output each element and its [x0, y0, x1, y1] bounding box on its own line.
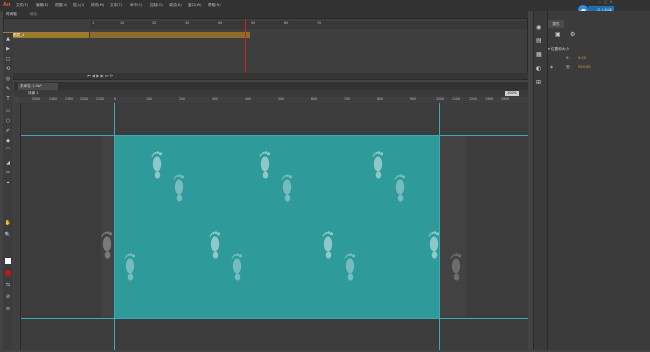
footprint-icon	[450, 253, 462, 281]
footprint-icon	[372, 151, 384, 179]
section-title: 位置和大小	[550, 47, 569, 51]
footprint-icon	[322, 231, 334, 259]
footprint-icon	[124, 253, 136, 281]
eye-icon[interactable]: ◉	[550, 64, 553, 71]
panel-icon-strip: ◉ ▤ ▦ ◐ ⊞	[533, 11, 547, 350]
property-value[interactable]: 550.00	[578, 64, 591, 71]
library-icon[interactable]: ▤	[536, 37, 542, 44]
tab-properties[interactable]: 属性	[548, 20, 564, 28]
footprint-icon	[259, 151, 271, 179]
property-label: 宽:	[566, 65, 571, 69]
align-icon[interactable]: ▦	[536, 51, 542, 58]
footprint-icon	[281, 174, 293, 202]
property-label: X:	[566, 56, 570, 60]
transform-icon[interactable]: ⊞	[536, 79, 541, 86]
footprint-icon	[231, 253, 243, 281]
section-position-size[interactable]: ▾ 位置和大小	[548, 46, 648, 53]
footprint-icon	[101, 231, 113, 259]
footprint-icon	[428, 231, 440, 259]
footprint-icon	[209, 231, 221, 259]
property-row[interactable]: X: 0.00	[548, 55, 648, 62]
properties-icon[interactable]: ◉	[536, 24, 541, 31]
property-row[interactable]: ◉ 宽: 550.00	[548, 64, 648, 71]
footprint-icon	[173, 174, 185, 202]
color-icon[interactable]: ◐	[536, 65, 541, 72]
footprint-icon	[151, 151, 163, 179]
settings-icon[interactable]: ⚙	[570, 31, 575, 38]
footprint-icon	[394, 174, 406, 202]
property-value[interactable]: 0.00	[578, 55, 586, 62]
footprint-icon	[344, 253, 356, 281]
document-icon: ▣	[555, 31, 561, 38]
